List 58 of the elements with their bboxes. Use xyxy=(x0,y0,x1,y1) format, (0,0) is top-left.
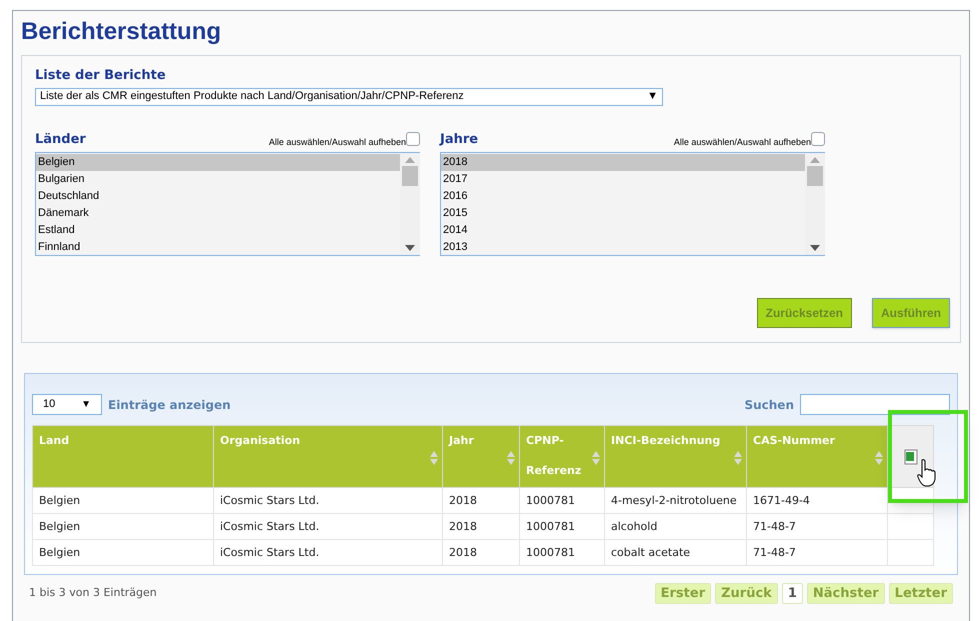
sort-icon[interactable] xyxy=(875,450,883,466)
list-item[interactable]: 2018 xyxy=(441,154,805,171)
table-cell: alcohold xyxy=(604,514,746,540)
table-cell: iCosmic Stars Ltd. xyxy=(214,514,442,540)
list-item[interactable]: 2014 xyxy=(441,222,805,239)
table-info: 1 bis 3 von 3 Einträgen xyxy=(29,585,157,602)
list-item[interactable]: 2016 xyxy=(441,188,805,205)
list-item[interactable]: Finnland xyxy=(36,239,400,255)
table-cell: iCosmic Stars Ltd. xyxy=(214,540,442,566)
list-item[interactable]: Bulgarien xyxy=(36,171,400,188)
list-item[interactable]: 2017 xyxy=(441,171,805,188)
page-size-label: Einträge anzeigen xyxy=(108,396,231,414)
scroll-thumb[interactable] xyxy=(807,166,823,186)
table-cell: Belgien xyxy=(32,488,214,514)
sort-icon[interactable] xyxy=(592,450,600,466)
table-cell: 1000781 xyxy=(520,488,604,514)
table-cell: 2018 xyxy=(442,514,520,540)
table-cell: 71-48-7 xyxy=(746,514,888,540)
scroll-up-icon[interactable] xyxy=(810,157,820,163)
list-item[interactable]: 2013 xyxy=(441,239,805,255)
list-item[interactable]: Estland xyxy=(36,222,400,239)
report-list-label: Liste der Berichte xyxy=(35,67,167,85)
report-select[interactable]: Liste der als CMR eingestuften Produkte nach Land/Organisation/Jahr/CPNP-Referenz ▼ xyxy=(35,88,663,106)
table-cell: 2018 xyxy=(442,540,520,566)
list-item[interactable]: Dänemark xyxy=(36,205,400,222)
table-cell: 4-mesyl-2-nitrotoluene xyxy=(604,488,746,514)
table-cell: 1671-49-4 xyxy=(746,488,888,514)
table-cell: 1000781 xyxy=(520,514,604,540)
table-cell: iCosmic Stars Ltd. xyxy=(214,488,442,514)
table-cell: 1000781 xyxy=(520,540,604,566)
scroll-up-icon[interactable] xyxy=(405,157,415,163)
table-cell: Belgien xyxy=(32,540,214,566)
table-cell: 2018 xyxy=(442,488,520,514)
scroll-down-icon[interactable] xyxy=(810,245,820,251)
sort-icon[interactable] xyxy=(430,450,438,466)
list-item[interactable]: Belgien xyxy=(36,154,400,171)
pagination-button[interactable]: 1 xyxy=(782,583,803,604)
sort-icon[interactable] xyxy=(507,450,515,466)
table-cell: 71-48-7 xyxy=(746,540,888,566)
scroll-down-icon[interactable] xyxy=(405,245,415,251)
table-cell: Belgien xyxy=(32,514,214,540)
list-item[interactable]: Deutschland xyxy=(36,188,400,205)
table-cell: cobalt acetate xyxy=(604,540,746,566)
page-size-select[interactable]: 10 ▼ xyxy=(32,394,102,415)
list-item[interactable]: 2015 xyxy=(441,205,805,222)
scroll-thumb[interactable] xyxy=(402,166,418,186)
select-all-label: Alle auswählen/Auswahl aufheben xyxy=(674,136,811,148)
checkbox[interactable] xyxy=(406,132,420,146)
filter-label: Länder xyxy=(35,130,86,148)
search-field[interactable] xyxy=(800,394,950,415)
search-label: Suchen xyxy=(744,396,794,414)
filter-label: Jahre xyxy=(440,130,478,148)
sort-icon[interactable] xyxy=(734,450,742,466)
spreadsheet-icon[interactable] xyxy=(904,448,918,464)
hand-pointer-icon xyxy=(916,459,938,487)
page-title: Berichterstattung xyxy=(21,17,222,47)
select-all-label: Alle auswählen/Auswahl aufheben xyxy=(268,136,406,148)
checkbox[interactable] xyxy=(811,132,825,146)
